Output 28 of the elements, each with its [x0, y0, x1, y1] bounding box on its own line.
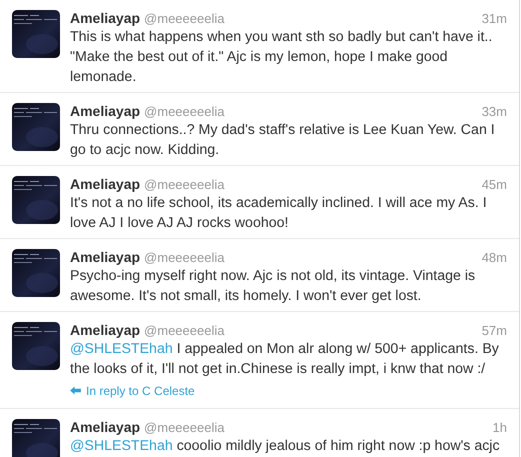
tweet-text: @SHLESTEhah I appealed on Mon alr along w/ 500+ applicants. By the looks of it, I'll not get in.Chinese is really impt, i knw that now :/ — [70, 340, 500, 379]
timestamp[interactable]: 45m — [482, 177, 507, 193]
tweet-text: This is what happens when you want sth so badly but can't have it.. "Make the best out of it." Ajc is my lemon, hope I make good lemonade. — [70, 28, 494, 87]
timestamp[interactable]: 31m — [482, 11, 507, 27]
mention-link[interactable]: @SHLESTEhah — [70, 341, 173, 357]
user-name[interactable]: Ameliayap — [70, 103, 140, 119]
timestamp[interactable]: 57m — [482, 323, 507, 339]
timestamp[interactable]: 48m — [482, 250, 507, 266]
reply-link[interactable]: In reply to C Celeste — [70, 382, 195, 398]
user-name[interactable]: Ameliayap — [70, 322, 140, 338]
user-name[interactable]: Ameliayap — [70, 419, 140, 435]
mention-link[interactable]: @SHLESTEhah — [70, 438, 173, 454]
tweet-text: Thru connections..? My dad's staff's relative is Lee Kuan Yew. Can I go to acjc now. Kidding. — [70, 121, 496, 160]
reply-arrow-icon — [70, 386, 81, 395]
user-handle[interactable]: @meeeeeelia — [144, 11, 224, 27]
user-name[interactable]: Ameliayap — [70, 176, 140, 192]
timestamp[interactable]: 1h — [492, 420, 507, 436]
user-name[interactable]: Ameliayap — [70, 249, 140, 265]
tweet-text: Psycho-ing myself right now. Ajc is not old, its vintage. Vintage is awesome. It's not small, its homely. I won't ever get lost. — [70, 267, 476, 306]
user-handle[interactable]: @meeeeeelia — [144, 104, 224, 120]
timestamp[interactable]: 33m — [482, 104, 507, 120]
user-handle[interactable]: @meeeeeelia — [144, 323, 224, 339]
tweet-text: It's not a no life school, its academically inclined. I will ace my As. I love AJ I love AJ AJ rocks woohoo! — [70, 194, 488, 233]
user-name[interactable]: Ameliayap — [70, 10, 140, 26]
user-handle[interactable]: @meeeeeelia — [144, 177, 224, 193]
user-handle[interactable]: @meeeeeelia — [144, 420, 224, 436]
tweet-text: @SHLESTEhah cooolio mildly jealous of him right now :p how's acjc — [70, 437, 501, 456]
user-handle[interactable]: @meeeeeelia — [144, 250, 224, 266]
